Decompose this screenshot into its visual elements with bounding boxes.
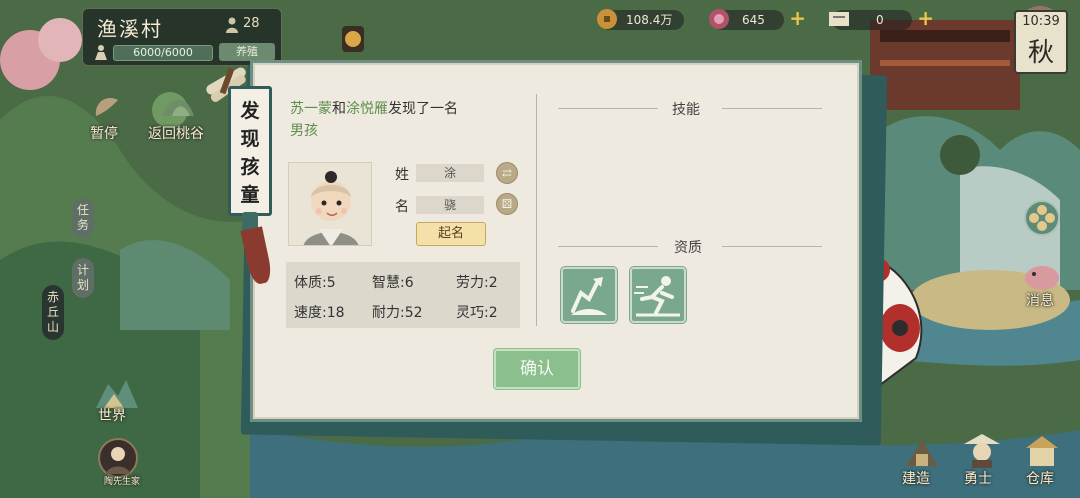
clock-time: 10:39 — [1022, 14, 1060, 29]
dig-aptitude-icon[interactable] — [561, 267, 617, 323]
finder-1-name[interactable]: 苏一蒙 — [290, 101, 332, 117]
stat-value: 5 — [326, 275, 336, 291]
plan-tab-label: 计划 — [76, 263, 89, 292]
found-text: 发现了一名 — [388, 101, 458, 117]
stat-label: 劳力: — [456, 275, 489, 291]
return-peach-valley-label[interactable]: 返回桃谷 — [148, 123, 204, 143]
mountain-location-label: 赤丘山 — [46, 290, 59, 334]
message-label[interactable]: 消息 — [1026, 290, 1054, 310]
skills-rule-right — [722, 108, 822, 109]
stat-item: 体质:5 — [294, 272, 336, 292]
clock-season: 秋 — [1027, 38, 1054, 68]
stat-value: 18 — [326, 305, 345, 321]
dialog-title-char: 童 — [240, 184, 260, 206]
coin-icon — [597, 9, 617, 29]
add-gem-button[interactable]: + — [789, 8, 806, 28]
child-avatar-image — [289, 163, 371, 245]
swap-surname-button[interactable]: ⇄ — [496, 162, 518, 184]
stat-item: 耐力:52 — [372, 302, 423, 322]
stat-item: 灵巧:2 — [456, 302, 498, 322]
skills-title: 技能 — [672, 102, 700, 118]
warehouse-label[interactable]: 仓库 — [1026, 468, 1054, 488]
child-type: 男孩 — [290, 123, 318, 139]
dice-icon: ⚄ — [501, 197, 513, 211]
aptitude-title: 资质 — [674, 240, 702, 256]
dialog-title-scroll: 发 现 孩 童 — [228, 86, 272, 216]
stat-item: 智慧:6 — [372, 272, 414, 292]
ticket-resource: 0 + — [829, 8, 934, 30]
gem-value: 645 — [742, 13, 765, 27]
warehouse-icon[interactable] — [1024, 434, 1060, 468]
child-portrait — [288, 162, 372, 246]
avatar-caption: 陶先生家 — [104, 477, 141, 487]
mountain-location-tag[interactable]: 赤丘山 — [42, 285, 64, 340]
build-icon[interactable] — [902, 436, 942, 468]
world-label[interactable]: 世界 — [98, 405, 126, 425]
stat-label: 灵巧: — [456, 305, 489, 321]
add-ticket-button[interactable]: + — [917, 8, 934, 28]
gem-resource: 645 + — [709, 8, 806, 30]
warrior-icon[interactable] — [962, 432, 1002, 468]
given-name-field: 骁 — [416, 196, 484, 214]
and-text: 和 — [332, 101, 346, 117]
warrior-label[interactable]: 勇士 — [964, 468, 992, 488]
coin-resource: 108.4万 — [597, 9, 684, 30]
finder-2-name[interactable]: 涂悦雁 — [346, 101, 388, 117]
given-name-label: 名 — [395, 199, 409, 215]
task-tab[interactable]: 任务 — [72, 198, 94, 238]
stat-value: 2 — [488, 305, 498, 321]
stat-label: 智慧: — [372, 275, 405, 291]
sprint-aptitude-icon[interactable] — [630, 267, 686, 323]
coin-value: 108.4万 — [626, 13, 673, 27]
name-child-button[interactable]: 起名 — [416, 222, 486, 246]
gem-icon — [709, 9, 729, 29]
random-name-button[interactable]: ⚄ — [496, 193, 518, 215]
surname-field: 涂 — [416, 164, 484, 182]
stat-value: 52 — [404, 305, 423, 321]
ticket-icon — [829, 12, 849, 26]
village-name: 渔溪村 — [97, 17, 163, 41]
dialog-title-char: 现 — [240, 128, 260, 150]
dialog-title: 发 现 孩 童 — [231, 97, 269, 209]
stat-item: 速度:18 — [294, 302, 345, 322]
surname-label: 姓 — [395, 167, 409, 183]
avatar[interactable] — [98, 438, 138, 478]
discovery-message: 苏一蒙和涂悦雁发现了一名 男孩 — [290, 98, 520, 142]
stat-value: 6 — [404, 275, 414, 291]
plan-tab[interactable]: 计划 — [72, 258, 94, 298]
population-icon — [226, 17, 238, 33]
aptitude-rule-left — [558, 246, 658, 247]
stat-label: 速度: — [294, 305, 327, 321]
aptitude-rule-right — [722, 246, 822, 247]
return-peach-valley-icon[interactable] — [160, 86, 196, 120]
pause-label[interactable]: 暂停 — [90, 123, 118, 143]
ticket-value: 0 — [876, 13, 884, 27]
stat-label: 体质: — [294, 275, 327, 291]
build-label[interactable]: 建造 — [902, 468, 930, 488]
confirm-button[interactable]: 确认 — [494, 349, 580, 389]
stat-item: 劳力:2 — [456, 272, 498, 292]
population-count: 28 — [243, 16, 260, 31]
dig-icon-graphic — [571, 277, 607, 315]
settings-flower-icon[interactable] — [1024, 196, 1060, 240]
sprint-icon-graphic — [634, 276, 680, 317]
dialog-title-char: 孩 — [240, 156, 260, 178]
season-clock[interactable]: 10:39 秋 — [1014, 10, 1068, 74]
dialog-title-char: 发 — [240, 100, 260, 122]
stat-label: 耐力: — [372, 305, 405, 321]
pause-icon[interactable] — [92, 92, 122, 120]
stats-panel: 体质:5 智慧:6 劳力:2 速度:18 耐力:52 灵巧:2 — [286, 262, 520, 328]
skills-rule-left — [558, 108, 658, 109]
lantern-icon[interactable] — [338, 22, 368, 56]
swap-icon: ⇄ — [501, 166, 513, 180]
villager-icon — [95, 45, 107, 60]
message-pig-icon[interactable] — [1022, 262, 1062, 292]
column-divider — [536, 94, 537, 326]
stat-value: 2 — [488, 275, 498, 291]
task-tab-label: 任务 — [76, 203, 89, 232]
